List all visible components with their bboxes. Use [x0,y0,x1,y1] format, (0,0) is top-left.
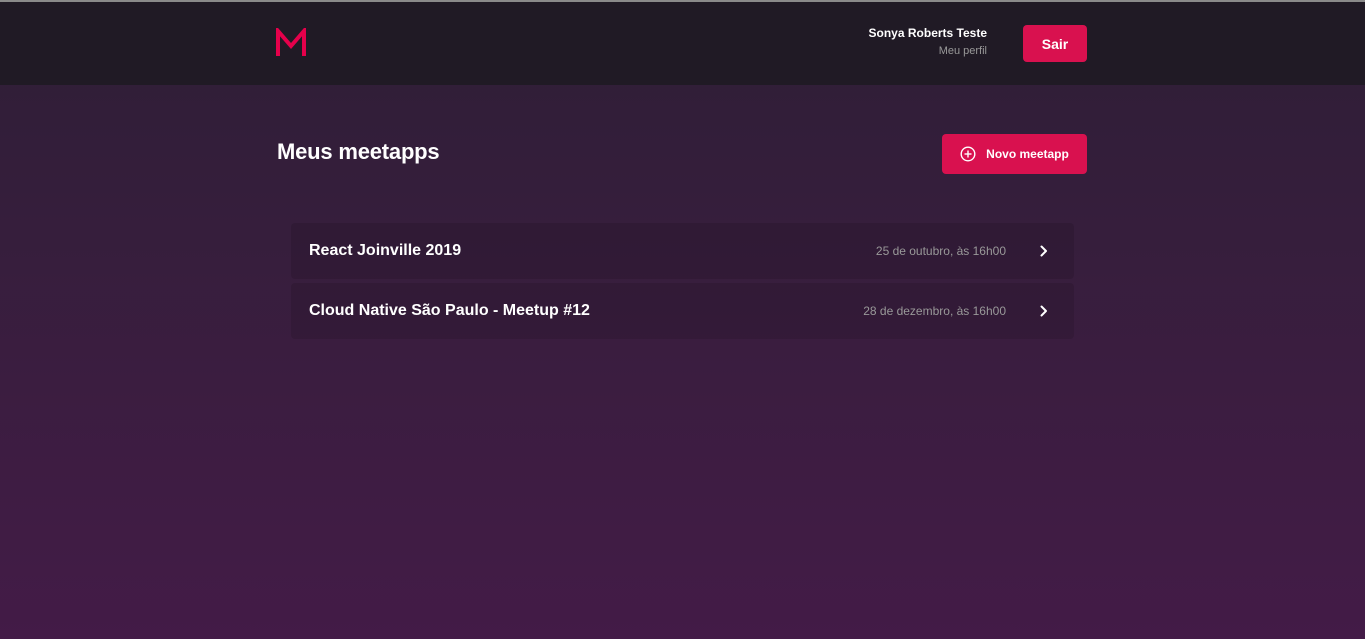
meetup-item[interactable]: Cloud Native São Paulo - Meetup #12 28 d… [291,283,1074,339]
chevron-right-icon[interactable] [1038,245,1050,257]
logout-button[interactable]: Sair [1023,25,1087,62]
plus-circle-icon [960,146,976,162]
new-meetapp-button[interactable]: Novo meetapp [942,134,1087,174]
user-profile: Sonya Roberts Teste Meu perfil [869,26,987,58]
page-title: Meus meetapps [277,139,440,164]
meetup-item[interactable]: React Joinville 2019 25 de outubro, às 1… [291,223,1074,279]
meetup-date: 25 de outubro, às 16h00 [875,244,1006,258]
my-profile-link[interactable]: Meu perfil [869,45,987,58]
user-name: Sonya Roberts Teste [868,26,987,40]
meetapp-logo-icon[interactable] [276,28,306,58]
app-header: Sonya Roberts Teste Meu perfil Sair [0,2,1365,85]
new-meetapp-label: Novo meetapp [986,147,1069,161]
meetup-list: React Joinville 2019 25 de outubro, às 1… [291,223,1074,343]
meetup-title: Cloud Native São Paulo - Meetup #12 [309,302,590,319]
meetup-date: 28 de dezembro, às 16h00 [863,304,1006,318]
meetup-title: React Joinville 2019 [309,242,462,259]
chevron-right-icon[interactable] [1038,305,1050,317]
